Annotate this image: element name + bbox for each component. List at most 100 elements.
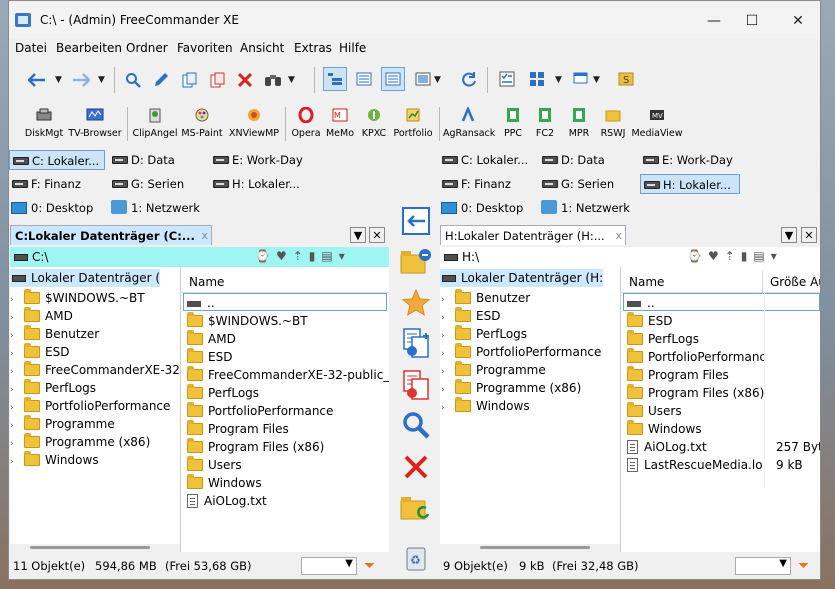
- file-row[interactable]: Windows: [187, 474, 389, 492]
- file-row[interactable]: PortfolioPerformance: [627, 348, 820, 366]
- file-row[interactable]: Users: [627, 402, 820, 420]
- tree-item[interactable]: › Programme: [441, 361, 619, 379]
- right-drive-f[interactable]: F: Finanz: [439, 174, 511, 194]
- right-col-size[interactable]: Größe Au: [764, 271, 820, 293]
- tool-agransack[interactable]: AgRansack: [443, 107, 495, 143]
- left-network[interactable]: 1: Netzwerk: [109, 198, 200, 218]
- swap-panels-icon[interactable]: [398, 203, 434, 239]
- right-up-row[interactable]: ..: [623, 293, 820, 311]
- forward-icon[interactable]: [69, 68, 93, 92]
- tool-clipangel[interactable]: ClipAngel: [132, 107, 178, 143]
- right-tree-scrollbar[interactable]: [440, 544, 620, 552]
- file-row[interactable]: Windows: [627, 420, 820, 438]
- tool-mpr[interactable]: MPR: [565, 107, 593, 143]
- list-view-icon[interactable]: [352, 67, 376, 91]
- right-drive-d[interactable]: D: Data: [539, 150, 605, 170]
- expand-icon[interactable]: ›: [10, 381, 20, 397]
- tool-diskmgt[interactable]: DiskMgt: [23, 107, 65, 143]
- tree-view-icon[interactable]: [323, 67, 347, 91]
- expand-icon[interactable]: ›: [10, 453, 20, 469]
- left-tree-scrollbar[interactable]: [10, 544, 180, 552]
- tool-tv-browser[interactable]: TV-Browser: [67, 107, 123, 143]
- right-filter-icon[interactable]: ⏷: [798, 558, 809, 574]
- expand-icon[interactable]: ›: [10, 327, 20, 343]
- binoculars-icon[interactable]: [261, 68, 285, 92]
- left-panel-close-icon[interactable]: ✕: [369, 227, 385, 243]
- tree-item[interactable]: › Benutzer: [10, 325, 180, 343]
- maximize-button[interactable]: ☐: [737, 9, 767, 33]
- folder-sync-icon[interactable]: [398, 243, 434, 279]
- script-icon[interactable]: S: [614, 67, 638, 91]
- refresh-icon[interactable]: [457, 67, 481, 91]
- tree-item[interactable]: › FreeCommanderXE-32-pu: [10, 361, 180, 379]
- tree-item[interactable]: › Benutzer: [441, 289, 619, 307]
- left-drive-h[interactable]: H: Lokaler...: [210, 174, 300, 194]
- window-icon[interactable]: [569, 67, 593, 91]
- right-col-name[interactable]: Name: [621, 271, 763, 293]
- file-row[interactable]: Program Files (x86): [627, 384, 820, 402]
- tree-item[interactable]: › PortfolioPerformance: [441, 343, 619, 361]
- expand-icon[interactable]: ›: [441, 345, 451, 361]
- tree-item[interactable]: › Programme (x86): [441, 379, 619, 397]
- tree-item[interactable]: › PerfLogs: [441, 325, 619, 343]
- close-button[interactable]: ✕: [783, 9, 813, 33]
- left-drive-c[interactable]: C: Lokaler...: [9, 150, 105, 170]
- back-icon[interactable]: [25, 68, 49, 92]
- file-row[interactable]: Program Files: [627, 366, 820, 384]
- expand-icon[interactable]: ›: [10, 309, 20, 325]
- thumbnail-view-icon[interactable]: [411, 67, 435, 91]
- left-drive-e[interactable]: E: Work-Day: [210, 150, 303, 170]
- file-row[interactable]: FreeCommanderXE-32-public_por: [187, 366, 389, 384]
- binoculars-dropdown-icon[interactable]: ▼: [288, 75, 295, 85]
- window-dropdown-icon[interactable]: ▼: [593, 75, 600, 85]
- tool-portfolio[interactable]: Portfolio: [393, 107, 433, 143]
- file-row[interactable]: ESD: [187, 348, 389, 366]
- file-row[interactable]: PerfLogs: [187, 384, 389, 402]
- menu-hilfe[interactable]: Hilfe: [339, 41, 366, 55]
- file-row[interactable]: PerfLogs: [627, 330, 820, 348]
- expand-icon[interactable]: ›: [10, 417, 20, 433]
- move-files-icon[interactable]: [398, 367, 434, 403]
- file-row[interactable]: AMD: [187, 330, 389, 348]
- back-dropdown-icon[interactable]: ▼: [55, 75, 62, 85]
- menu-datei[interactable]: Datei: [15, 41, 47, 55]
- left-tab-dropdown-icon[interactable]: ▼: [350, 227, 366, 243]
- right-path-buttons[interactable]: ⌚♥⇡▮▤▾: [687, 249, 783, 263]
- file-row[interactable]: AiOLog.txt 257 Byte: [627, 438, 820, 456]
- tool-mediaview[interactable]: MV MediaView: [631, 107, 683, 143]
- left-up-row[interactable]: ..: [183, 293, 387, 311]
- tool-rswj[interactable]: RSWJ: [597, 107, 629, 143]
- tree-item[interactable]: › Windows: [441, 397, 619, 415]
- copy-files-icon[interactable]: [398, 325, 434, 361]
- expand-icon[interactable]: ›: [441, 381, 451, 397]
- right-drive-c[interactable]: C: Lokaler...: [439, 150, 528, 170]
- move-icon[interactable]: [205, 68, 229, 92]
- right-desktop[interactable]: 0: Desktop: [439, 198, 523, 218]
- left-col-name[interactable]: Name: [181, 271, 389, 293]
- menu-ansicht[interactable]: Ansicht: [240, 41, 284, 55]
- tool-ms-paint[interactable]: MS-Paint: [180, 107, 224, 143]
- tree-item[interactable]: › $WINDOWS.~BT: [10, 289, 180, 307]
- left-path-buttons[interactable]: ⌚♥⇡▮▤▾: [255, 249, 351, 263]
- right-tree-root[interactable]: Lokaler Datenträger (H:): [440, 269, 603, 287]
- tool-ppc[interactable]: PPC: [499, 107, 527, 143]
- delete-files-icon[interactable]: [398, 449, 434, 485]
- layout-icon[interactable]: [525, 67, 549, 91]
- tool-fc2[interactable]: FC2: [531, 107, 559, 143]
- search-icon[interactable]: [121, 68, 145, 92]
- left-filter-input[interactable]: ▼: [301, 557, 357, 575]
- tool-memo[interactable]: M MeMo: [325, 107, 355, 143]
- right-network[interactable]: 1: Netzwerk: [539, 198, 630, 218]
- delete-icon[interactable]: [233, 68, 257, 92]
- file-row[interactable]: ESD: [627, 312, 820, 330]
- expand-icon[interactable]: ›: [441, 291, 451, 307]
- tree-item[interactable]: › PerfLogs: [10, 379, 180, 397]
- copy-icon[interactable]: [177, 68, 201, 92]
- tool-xnviewmp[interactable]: XNViewMP: [226, 107, 282, 143]
- tree-item[interactable]: › Programme: [10, 415, 180, 433]
- right-tab[interactable]: H:Lokaler Datenträger (H:... x: [440, 225, 626, 245]
- left-desktop[interactable]: 0: Desktop: [9, 198, 93, 218]
- tool-opera[interactable]: Opera: [289, 107, 323, 143]
- search-files-icon[interactable]: [398, 407, 434, 443]
- folder-refresh-icon[interactable]: [398, 491, 434, 527]
